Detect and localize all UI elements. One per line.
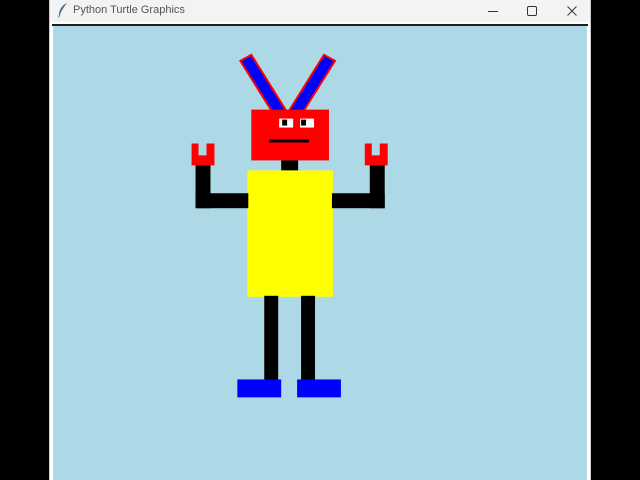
title-bar[interactable]: Python Turtle Graphics — [50, 0, 590, 22]
right-leg — [301, 295, 316, 382]
left-foot — [237, 379, 282, 398]
minimize-icon — [488, 6, 498, 16]
right-foot — [297, 379, 341, 398]
robot-mouth — [269, 139, 310, 143]
feather-icon — [56, 2, 70, 18]
left-leg — [264, 295, 279, 382]
robot-body — [247, 170, 333, 297]
minimize-button[interactable] — [473, 0, 513, 22]
close-icon — [567, 6, 577, 16]
robot-head — [251, 109, 329, 161]
left-arm-lower — [195, 163, 211, 209]
close-button[interactable] — [552, 0, 590, 22]
turtle-canvas-frame — [52, 24, 588, 480]
right-pupil — [301, 119, 307, 126]
maximize-icon — [527, 6, 537, 16]
turtle-window: Python Turtle Graphics — [49, 0, 591, 480]
window-title: Python Turtle Graphics — [73, 4, 185, 16]
turtle-canvas[interactable] — [52, 26, 588, 480]
right-arm-lower — [369, 163, 385, 209]
left-pupil — [282, 119, 288, 126]
maximize-button[interactable] — [512, 0, 552, 22]
